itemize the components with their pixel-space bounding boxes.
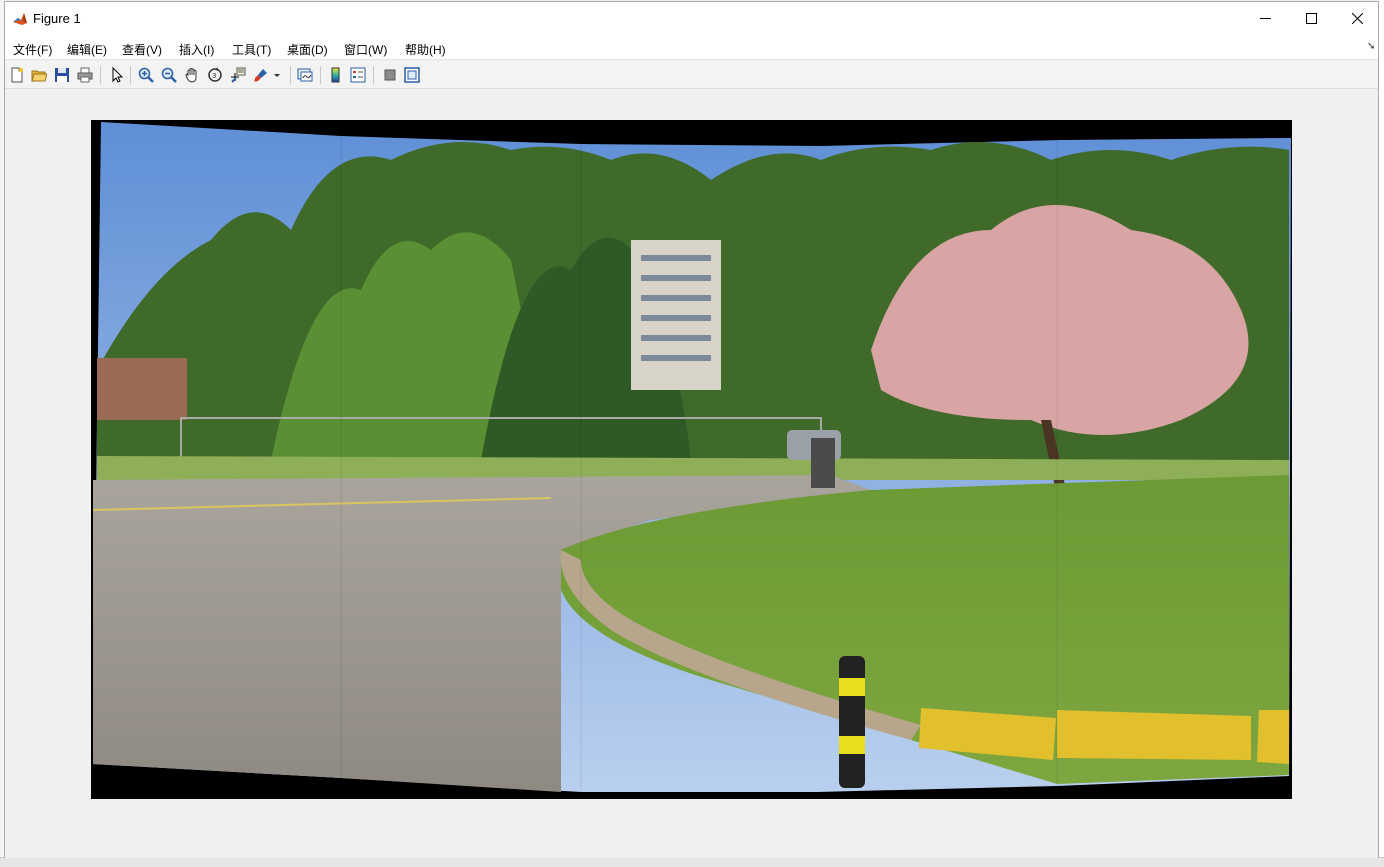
link-plot-icon	[297, 68, 313, 82]
toolbar-separator	[320, 66, 321, 84]
figure-toolbar: 3	[5, 61, 1378, 89]
colorbar-icon	[331, 67, 340, 83]
menu-file[interactable]: 文件(F)	[13, 41, 52, 58]
data-cursor-icon	[231, 67, 246, 83]
figure-window: Figure 1 文件(F) 编辑(E) 查看(V) 插入(I) 工具(T) 桌…	[4, 1, 1379, 858]
hide-plot-tools-icon	[384, 69, 396, 81]
stitched-panorama-image	[92, 122, 1291, 792]
save-icon	[55, 68, 69, 82]
menu-insert[interactable]: 插入(I)	[179, 41, 214, 58]
panorama-image-axes[interactable]	[91, 120, 1292, 799]
zoom-out-button[interactable]	[160, 66, 178, 84]
zoom-in-icon	[138, 67, 154, 83]
toolbar-separator	[100, 66, 101, 84]
close-button[interactable]	[1334, 2, 1380, 35]
print-icon	[77, 67, 93, 83]
save-button[interactable]	[53, 66, 71, 84]
toolbar-separator	[373, 66, 374, 84]
rotate-3d-icon: 3	[208, 67, 222, 82]
new-figure-icon	[11, 67, 23, 83]
brush-icon	[254, 69, 267, 82]
maximize-button[interactable]	[1288, 2, 1334, 35]
hide-plot-tools-button[interactable]	[381, 66, 399, 84]
colorbar-button[interactable]	[327, 66, 345, 84]
svg-text:3: 3	[212, 72, 216, 80]
data-cursor-button[interactable]	[229, 66, 247, 84]
pan-hand-icon	[185, 67, 197, 83]
background-app-bottom-edge	[0, 857, 1384, 867]
minimize-button[interactable]	[1242, 2, 1288, 35]
toolbar-separator	[290, 66, 291, 84]
toolbar-separator	[130, 66, 131, 84]
menu-window[interactable]: 窗口(W)	[344, 41, 387, 58]
matlab-logo-icon	[13, 13, 27, 25]
new-figure-button[interactable]	[8, 66, 26, 84]
print-button[interactable]	[76, 66, 94, 84]
title-bar[interactable]: Figure 1	[5, 2, 1378, 35]
select-arrow-button[interactable]	[108, 66, 126, 84]
minimize-icon	[1259, 18, 1271, 19]
menu-help[interactable]: 帮助(H)	[405, 41, 446, 58]
brush-dropdown[interactable]	[272, 66, 282, 84]
maximize-icon	[1305, 13, 1317, 24]
link-plot-button[interactable]	[296, 66, 314, 84]
menu-bar: 文件(F) 编辑(E) 查看(V) 插入(I) 工具(T) 桌面(D) 窗口(W…	[5, 35, 1378, 60]
menu-tools[interactable]: 工具(T)	[232, 41, 271, 58]
figure-canvas[interactable]	[5, 90, 1378, 858]
show-plot-tools-icon	[404, 67, 420, 83]
chevron-down-icon	[274, 74, 280, 77]
pan-button[interactable]	[183, 66, 201, 84]
menu-desktop[interactable]: 桌面(D)	[287, 41, 328, 58]
rotate-3d-button[interactable]: 3	[206, 66, 224, 84]
window-title: Figure 1	[33, 11, 81, 26]
show-plot-tools-button[interactable]	[403, 66, 421, 84]
legend-button[interactable]	[349, 66, 367, 84]
zoom-out-icon	[161, 67, 177, 83]
menu-edit[interactable]: 编辑(E)	[67, 41, 107, 58]
brush-button[interactable]	[252, 66, 270, 84]
open-file-icon	[31, 70, 47, 82]
close-icon	[1351, 13, 1363, 24]
open-file-button[interactable]	[30, 66, 48, 84]
zoom-in-button[interactable]	[137, 66, 155, 84]
legend-icon	[350, 67, 366, 83]
menu-view[interactable]: 查看(V)	[122, 41, 162, 58]
select-arrow-icon	[112, 67, 124, 83]
dock-figure-icon[interactable]: ➘	[1367, 41, 1375, 52]
